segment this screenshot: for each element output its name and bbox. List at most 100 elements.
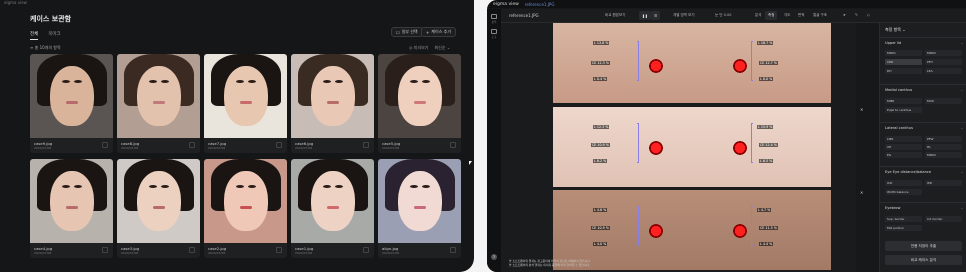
measurement-label: L 12.3 % bbox=[593, 125, 610, 129]
add-case-button[interactable]: + 케이스 추가 bbox=[421, 27, 457, 37]
sort-option[interactable]: 최신순 ⌄ bbox=[435, 45, 451, 51]
chip-ipd[interactable]: IPD bbox=[925, 180, 962, 186]
trash-icon[interactable] bbox=[189, 142, 195, 148]
case-card[interactable]: case1.jpg 2024/07/06 bbox=[291, 159, 374, 258]
pen-icon[interactable]: ✎ bbox=[855, 13, 858, 17]
compare-view-button[interactable]: 비교 원본보기 bbox=[605, 13, 625, 18]
chip-cer[interactable]: CER bbox=[885, 59, 922, 65]
chip-pfw[interactable]: PFW bbox=[925, 136, 962, 142]
app-name: eigma view bbox=[493, 1, 519, 7]
chip-mrd2[interactable]: MRD2 bbox=[925, 50, 962, 56]
tab-all[interactable]: 전체 bbox=[30, 31, 39, 40]
trash-icon[interactable] bbox=[189, 247, 195, 253]
image-strip-3: L 4.6 % CE 10.9 % L 4.0 % L 4.7 % CE 11.… bbox=[553, 190, 831, 270]
chevron-down-icon[interactable]: ⌄ bbox=[960, 41, 963, 45]
view-option-label: 미리보기 bbox=[413, 45, 429, 50]
eraser-icon[interactable]: ◇ bbox=[867, 13, 870, 17]
chip-mrd2-lateral[interactable]: MRD2 bbox=[925, 152, 962, 158]
case-card[interactable]: align.jpg 2024/07/06 bbox=[378, 159, 461, 258]
chip-vh[interactable]: VH bbox=[885, 144, 922, 150]
trash-icon[interactable] bbox=[102, 142, 108, 148]
tool-icon[interactable] bbox=[491, 29, 497, 34]
image-canvas[interactable]: L 13.8 % CE 12.3 % L 0.4 % L 16.7 % CE 1… bbox=[501, 23, 863, 272]
section-title: Lateral canthus bbox=[885, 126, 913, 130]
compare-case-button[interactable]: 비교 케이스 분석 bbox=[885, 255, 962, 265]
tool-angle[interactable]: 각도 bbox=[784, 13, 790, 18]
chip-dh[interactable]: DH bbox=[885, 68, 922, 74]
save-button[interactable]: 전용 저장이 추출 bbox=[885, 241, 962, 251]
case-thumbnail bbox=[117, 54, 200, 138]
chip-sup-border[interactable]: Sup. border bbox=[885, 216, 922, 222]
chip-mrd1[interactable]: MRD1 bbox=[885, 50, 922, 56]
section-lateral-canthus: Lateral canthus ⌄ LMR PFW VH HL EG MRD2 bbox=[880, 122, 966, 166]
grid-view-icon[interactable]: ❚❚ bbox=[639, 11, 651, 20]
select-button[interactable]: ☐ 일부 선택 bbox=[391, 27, 423, 37]
case-card[interactable]: case8.jpg 2024/07/06 bbox=[117, 54, 200, 153]
mode-label[interactable]: 분석 bbox=[755, 13, 761, 18]
case-date: 2024/07/06 bbox=[121, 146, 139, 150]
screen: eigma view 케이스 보관함 전체 북마크 ☐ 일부 선택 + 케이스 … bbox=[0, 0, 966, 272]
chevron-down-icon[interactable]: ⌄ bbox=[960, 206, 963, 210]
chip-pupil-to-canthus[interactable]: Pupil to canthus bbox=[885, 107, 922, 113]
case-card[interactable]: case3.jpg 2024/07/06 bbox=[117, 159, 200, 258]
close-icon[interactable]: ✕ bbox=[860, 107, 863, 112]
chevron-down-icon[interactable]: ⌄ bbox=[960, 88, 963, 92]
trash-icon[interactable] bbox=[102, 247, 108, 253]
measurement-label: L 13.8 % bbox=[593, 41, 610, 45]
close-icon[interactable]: ✕ bbox=[860, 190, 863, 195]
tool-area[interactable]: 면적 bbox=[798, 13, 804, 18]
case-card[interactable]: case4.jpg 2024/07/06 bbox=[30, 159, 113, 258]
view-option[interactable]: ◎ 미리보기 bbox=[409, 45, 429, 51]
measurement-label: CE 12.3 % bbox=[591, 61, 610, 65]
tool-face-structure[interactable]: 얼굴 구조 bbox=[813, 13, 827, 18]
case-card[interactable]: case6.jpg 2024/07/06 bbox=[291, 54, 374, 153]
case-thumbnail bbox=[30, 159, 113, 243]
measurement-label: CE 11.5 % bbox=[759, 226, 778, 230]
chevron-down-icon[interactable]: ⌄ bbox=[960, 170, 963, 174]
chip-lea[interactable]: LEA bbox=[925, 68, 962, 74]
analysis-window: eigma view reference1.JPG 분석 도구 ? refere… bbox=[487, 0, 966, 272]
trash-icon[interactable] bbox=[363, 142, 369, 148]
panel-title[interactable]: 측정 항목 ⌄ bbox=[885, 27, 906, 33]
tab-bar: 전체 북마크 bbox=[30, 31, 61, 40]
chip-eg[interactable]: EG bbox=[885, 152, 922, 158]
trash-icon[interactable] bbox=[450, 142, 456, 148]
measurement-label: CE 10.9 % bbox=[591, 226, 610, 230]
chip-mcd[interactable]: MCD bbox=[925, 98, 962, 104]
trash-icon[interactable] bbox=[276, 247, 282, 253]
zoom-readout: 눈 단 0.00 bbox=[715, 13, 732, 17]
analysis-icon[interactable] bbox=[491, 14, 497, 19]
chip-inf-border[interactable]: Inf. border bbox=[925, 216, 962, 222]
tab-bookmark[interactable]: 북마크 bbox=[48, 31, 60, 40]
nav-label-tool: 도구 bbox=[491, 36, 497, 39]
help-icon[interactable]: ? bbox=[491, 254, 497, 260]
chip-icd[interactable]: ICD bbox=[885, 180, 922, 186]
section-upper-lid: Upper lid ⌄ MRD1 MRD2 CER PFH DH LEA bbox=[880, 37, 966, 83]
tool-measure[interactable]: 측정 bbox=[765, 11, 778, 20]
add-case-button-label: 케이스 추가 bbox=[431, 29, 452, 34]
chip-mid-portion[interactable]: Mid portion bbox=[885, 225, 922, 231]
chip-lmr[interactable]: LMR bbox=[885, 136, 922, 142]
pointer-icon[interactable]: ➤ bbox=[843, 13, 846, 17]
case-card[interactable]: case5.jpg 2024/07/06 bbox=[378, 54, 461, 153]
chip-mmr[interactable]: MMR bbox=[885, 98, 922, 104]
chip-hl[interactable]: HL bbox=[925, 144, 962, 150]
disclaimer: 본 소프트웨어의 결과는 참고용이며 의학적 진단을 대체하지 않습니다. 본 … bbox=[509, 259, 591, 267]
section-title: Eye Eye distance/balance bbox=[885, 170, 932, 174]
file-tab[interactable]: reference1.JPG bbox=[525, 2, 555, 7]
chip-width-balance[interactable]: Width balance bbox=[885, 189, 922, 195]
case-card[interactable]: case7.jpg 2024/07/06 bbox=[204, 54, 287, 153]
chevron-down-icon[interactable]: ⌄ bbox=[960, 126, 963, 130]
window-title: eigma view bbox=[4, 0, 27, 5]
case-card[interactable]: case9.jpg 2024/07/06 bbox=[30, 54, 113, 153]
measurement-label: L 4.0 % bbox=[593, 242, 608, 246]
case-card[interactable]: case2.jpg 2024/07/06 bbox=[204, 159, 287, 258]
trash-icon[interactable] bbox=[450, 247, 456, 253]
case-grid: case9.jpg 2024/07/06 case8.jpg 2024/07/0… bbox=[30, 54, 461, 258]
trash-icon[interactable] bbox=[363, 247, 369, 253]
trash-icon[interactable] bbox=[276, 142, 282, 148]
file-name: reference1.JPG bbox=[509, 13, 539, 18]
list-view-icon[interactable]: ☰ bbox=[651, 11, 661, 20]
chip-pfh[interactable]: PFH bbox=[925, 59, 962, 65]
overlay-button[interactable]: 개별 영역 보기 bbox=[673, 13, 695, 18]
